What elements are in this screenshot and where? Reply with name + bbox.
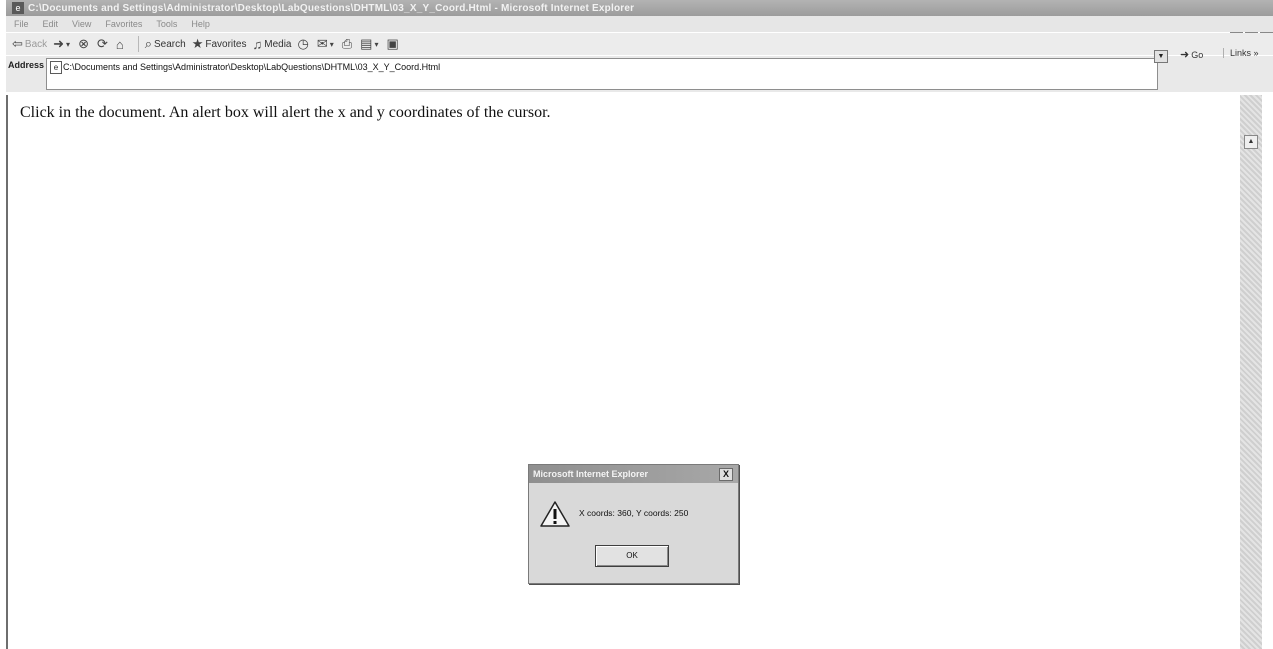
menu-view[interactable]: View xyxy=(72,19,91,29)
print-icon: ⎙ xyxy=(341,36,353,51)
back-label: Back xyxy=(24,38,48,50)
address-bar: Address e C:\Documents and Settings\Admi… xyxy=(6,56,1273,92)
forward-arrow-icon: ➜ xyxy=(53,36,65,51)
warning-icon xyxy=(540,501,570,527)
stop-icon: ⊗ xyxy=(78,36,89,51)
edit-button[interactable]: ▤ ▾ xyxy=(360,36,380,52)
menu-file[interactable]: File xyxy=(14,19,29,29)
scroll-up-button[interactable]: ▲ xyxy=(1244,135,1258,149)
discuss-button[interactable]: ▣ xyxy=(386,36,400,52)
alert-title-bar: Microsoft Internet Explorer X xyxy=(529,465,738,483)
forward-button[interactable]: ➜ ▾ xyxy=(53,36,72,52)
ie-page-icon: e xyxy=(12,2,24,14)
back-arrow-icon: ⇦ xyxy=(12,36,23,51)
page-text: Click in the document. An alert box will… xyxy=(20,104,551,121)
address-label: Address xyxy=(8,60,45,70)
favorites-icon: ★ xyxy=(191,36,204,51)
menu-tools[interactable]: Tools xyxy=(156,19,177,29)
refresh-icon: ⟳ xyxy=(96,36,108,51)
ok-button[interactable]: OK xyxy=(595,545,669,567)
home-icon: ⌂ xyxy=(115,36,124,52)
mail-button[interactable]: ✉ ▾ xyxy=(317,36,336,52)
ie-page-icon: e xyxy=(50,61,62,74)
favorites-label: Favorites xyxy=(205,38,247,50)
menu-edit[interactable]: Edit xyxy=(43,19,59,29)
search-icon: ⌕ xyxy=(144,36,153,51)
history-icon: ◷ xyxy=(297,36,309,51)
chevron-down-icon: ▾ xyxy=(66,39,71,49)
discuss-icon: ▣ xyxy=(386,36,399,51)
go-label: Go xyxy=(1191,49,1204,60)
address-input[interactable]: e C:\Documents and Settings\Administrato… xyxy=(46,58,1158,90)
edit-page-icon: ▤ xyxy=(360,36,373,51)
media-icon: ♫ xyxy=(252,36,263,52)
menu-help[interactable]: Help xyxy=(191,19,210,29)
go-button[interactable]: ➜ Go xyxy=(1180,48,1203,61)
address-dropdown-button[interactable]: ▼ xyxy=(1154,50,1168,63)
search-button[interactable]: ⌕ Search xyxy=(145,36,186,52)
alert-message: X coords: 360, Y coords: 250 xyxy=(579,508,689,518)
media-label: Media xyxy=(264,38,292,50)
search-label: Search xyxy=(154,38,186,50)
menu-favorites[interactable]: Favorites xyxy=(105,19,142,29)
go-arrow-icon: ➜ xyxy=(1180,49,1190,61)
window-title: C:\Documents and Settings\Administrator\… xyxy=(28,2,635,14)
alert-close-button[interactable]: X xyxy=(719,468,733,481)
favorites-button[interactable]: ★ Favorites xyxy=(192,36,247,52)
refresh-button[interactable]: ⟳ xyxy=(97,36,110,52)
standard-toolbar: ⇦ Back ➜ ▾ ⊗ ⟳ ⌂ ⌕ Search ★ Favorites ♫ … xyxy=(6,33,1273,55)
history-button[interactable]: ◷ xyxy=(297,36,310,52)
media-button[interactable]: ♫ Media xyxy=(252,37,291,52)
title-bar: e C:\Documents and Settings\Administrato… xyxy=(6,0,1273,16)
home-button[interactable]: ⌂ xyxy=(116,37,126,52)
links-button[interactable]: Links » xyxy=(1223,48,1259,58)
toolbar-separator xyxy=(137,36,139,52)
mail-icon: ✉ xyxy=(316,36,328,51)
alert-title: Microsoft Internet Explorer xyxy=(533,469,649,479)
vertical-scrollbar[interactable]: ▲ xyxy=(1240,95,1262,649)
alert-dialog: Microsoft Internet Explorer X X coords: … xyxy=(528,464,739,584)
stop-button[interactable]: ⊗ xyxy=(78,36,91,52)
print-button[interactable]: ⎙ xyxy=(342,36,354,52)
address-url: C:\Documents and Settings\Administrator\… xyxy=(63,62,441,72)
menu-bar: File Edit View Favorites Tools Help xyxy=(6,16,1273,32)
chevron-down-icon: ▾ xyxy=(329,39,334,49)
back-button[interactable]: ⇦ Back xyxy=(12,36,47,52)
chevron-down-icon: ▾ xyxy=(374,39,379,49)
